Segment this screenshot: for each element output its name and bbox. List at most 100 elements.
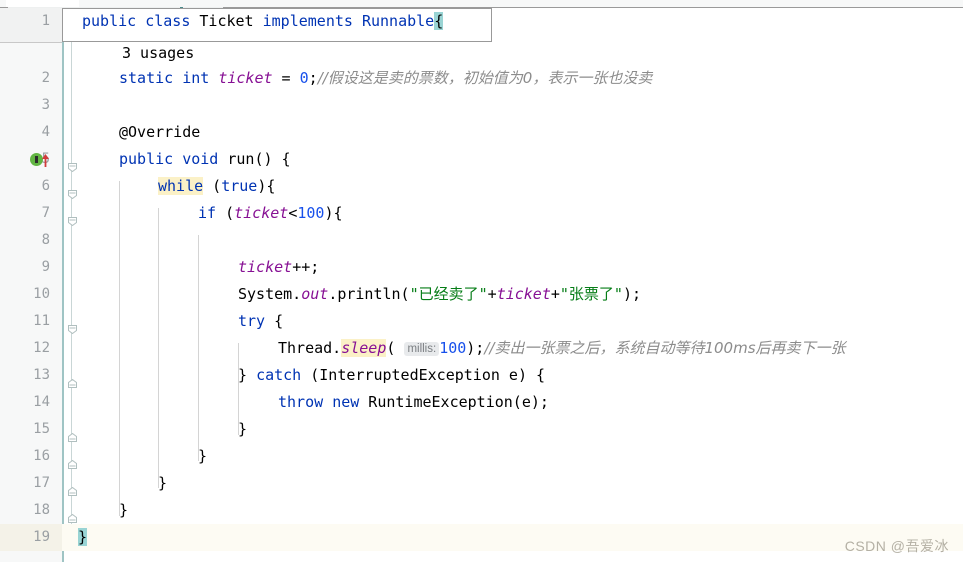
code-line[interactable]: 6 while (true){ [0,173,963,200]
line-content[interactable]: public class Ticket implements Runnable{ [82,8,444,35]
code-line[interactable]: 4 @Override [0,119,963,146]
token-keyword: new [332,393,360,411]
run-icon-glyph [35,156,38,163]
code-line-current[interactable]: 19 } [0,524,963,551]
token-method-name: run [227,150,255,168]
token-punct: ); [466,339,485,357]
token-operator: < [288,204,298,222]
token-keyword: static [119,69,174,87]
line-content[interactable]: } [238,416,247,443]
inlay-hint-row: 3 usages [0,42,963,65]
token-keyword: void [182,150,219,168]
line-number: 3 [41,97,50,113]
token-annotation: @Override [119,123,201,141]
token-field: ticket [496,285,551,303]
code-line[interactable]: 13 } catch (InterruptedException e) { [0,362,963,389]
editor-tab-main[interactable]: Main.java [456,0,523,7]
token-static-field: out [301,285,329,303]
line-content[interactable]: Thread.sleep( millis: 100);//卖出一张票之后，系统自动… [278,335,846,363]
token-method-highlighted: sleep [341,339,387,357]
overriding-method-arrow-icon[interactable] [41,149,50,167]
line-content[interactable]: static int ticket = 0;//假设这是卖的票数，初始值为0，表… [119,65,652,92]
code-line[interactable]: 1 public class Ticket implements Runnabl… [0,8,963,35]
parameter-name-inlay-hint[interactable]: millis: [404,342,440,356]
token-keyword-highlighted: while [158,177,204,195]
token-constructor-call: RuntimeException(e); [359,393,549,411]
line-number: 10 [33,286,50,302]
line-content[interactable]: } catch (InterruptedException e) { [238,362,545,389]
code-line[interactable]: 11 try { [0,308,963,335]
code-line[interactable]: 3 [0,92,963,119]
line-content[interactable]: } [158,470,167,497]
token-keyword: throw [278,393,324,411]
code-line[interactable]: 12 Thread.sleep( millis: 100);//卖出一张票之后，系… [0,335,963,362]
code-line[interactable]: 18 } [0,497,963,524]
token-brace: } [238,366,257,384]
line-number: 1 [41,13,50,29]
token-punct: (InterruptedException e) { [301,366,546,384]
line-number: 17 [33,475,50,491]
usages-inlay-hint[interactable]: 3 usages [122,42,194,65]
line-number: 2 [41,70,50,86]
token-punct: ( [203,177,222,195]
code-line[interactable]: 5 public void run() { [0,146,963,173]
line-content[interactable]: throw new RuntimeException(e); [278,389,549,416]
line-content[interactable]: public void run() { [119,146,291,173]
token-matched-brace: { [434,12,444,30]
token-operator: ++; [292,258,320,276]
token-number: 0 [299,69,309,87]
code-line[interactable]: 16 } [0,443,963,470]
line-number: 9 [41,259,50,275]
editor-tab-ticket[interactable]: Ticket.java [6,0,79,7]
line-number: 13 [33,367,50,383]
code-line[interactable]: 10 System.out.println("已经卖了"+ticket+"张票了… [0,281,963,308]
token-keyword: true [221,177,258,195]
token-keyword: int [182,69,210,87]
code-editor[interactable]: 1 public class Ticket implements Runnabl… [0,8,963,562]
token-string: "已经卖了" [409,285,488,303]
token-punct: ( [386,339,405,357]
line-number: 7 [41,205,50,221]
token-comment: //卖出一张票之后，系统自动等待100ms后再卖下一张 [484,339,846,357]
token-keyword: class [145,12,191,30]
code-line[interactable]: 17 } [0,470,963,497]
line-content[interactable]: try { [238,308,283,335]
line-content[interactable]: } [119,497,128,524]
line-number: 14 [33,394,50,410]
line-content[interactable]: while (true){ [158,173,275,200]
token-number: 100 [297,204,325,222]
line-content[interactable]: System.out.println("已经卖了"+ticket+"张票了"); [238,281,641,308]
code-line[interactable]: 15 } [0,416,963,443]
token-keyword: catch [256,366,302,384]
token-keyword: if [198,204,217,222]
line-number: 15 [33,421,50,437]
line-content[interactable]: if (ticket<100){ [198,200,343,227]
token-punct: ( [216,204,235,222]
line-number: 18 [33,502,50,518]
token-keyword: public [82,12,137,30]
token-class-ref: System. [238,285,302,303]
line-number: 4 [41,124,50,140]
token-operator: + [550,285,560,303]
watermark: CSDN @吾爱冰 [844,538,949,554]
token-punct: ){ [257,177,276,195]
token-keyword: implements [262,12,353,30]
line-number: 11 [33,313,50,329]
line-content[interactable]: } [78,524,88,551]
line-content[interactable]: } [198,443,207,470]
token-class-ref: Thread. [278,339,342,357]
code-line[interactable]: 2 static int ticket = 0;//假设这是卖的票数，初始值为0… [0,65,963,92]
token-operator: + [487,285,497,303]
token-field: ticket [238,258,293,276]
code-line[interactable]: 7 if (ticket<100){ [0,200,963,227]
token-punct: ); [622,285,642,303]
code-line[interactable]: 14 throw new RuntimeException(e); [0,389,963,416]
token-keyword: try [238,312,266,330]
token-method-call: .println( [328,285,410,303]
line-content[interactable]: ticket++; [238,254,319,281]
code-line[interactable]: 9 ticket++; [0,254,963,281]
code-line[interactable]: 8 [0,227,963,254]
token-operator: = [272,69,300,87]
token-interface-name: Runnable [361,12,435,30]
token-punct: { [265,312,284,330]
